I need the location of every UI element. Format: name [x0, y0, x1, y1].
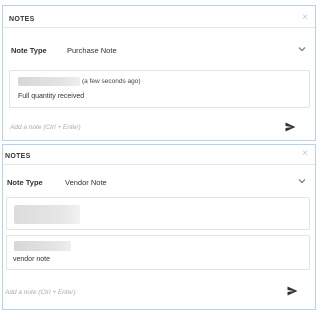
note-type-label: Note Type [11, 46, 47, 55]
notes-panel-purchase: NOTES × Note Type Purchase Note (a few s… [2, 5, 316, 141]
note-item: vendor note [6, 235, 310, 270]
note-content-blurred [14, 205, 80, 224]
note-text: vendor note [13, 256, 50, 263]
note-type-select[interactable]: Note Type Purchase Note [9, 44, 307, 58]
chevron-down-icon[interactable] [297, 176, 307, 186]
note-item: (a few seconds ago) Full quantity receiv… [9, 70, 310, 108]
note-type-select[interactable]: Note Type Vendor Note [5, 176, 307, 190]
author-name-blurred [18, 77, 80, 86]
add-note-input[interactable]: Add a note (Ctrl + Enter) [5, 289, 291, 296]
panel-title: NOTES [5, 153, 31, 160]
note-item [6, 197, 310, 230]
notes-panel-vendor: NOTES × Note Type Vendor Note vendor not… [2, 144, 316, 310]
chevron-down-icon[interactable] [297, 44, 307, 54]
send-icon[interactable] [285, 122, 296, 132]
note-type-value[interactable]: Vendor Note [65, 178, 107, 187]
note-type-label: Note Type [7, 178, 43, 187]
divider [3, 164, 315, 165]
add-note-input[interactable]: Add a note (Ctrl + Enter) [10, 124, 291, 131]
send-icon[interactable] [287, 286, 298, 296]
panel-title: NOTES [9, 16, 35, 23]
close-icon[interactable]: × [302, 13, 308, 23]
note-text: Full quantity received [18, 93, 85, 100]
close-icon[interactable]: × [302, 149, 308, 159]
divider [3, 27, 315, 28]
author-name-blurred [14, 241, 71, 251]
note-timestamp: (a few seconds ago) [82, 78, 141, 85]
note-type-value[interactable]: Purchase Note [67, 46, 117, 55]
